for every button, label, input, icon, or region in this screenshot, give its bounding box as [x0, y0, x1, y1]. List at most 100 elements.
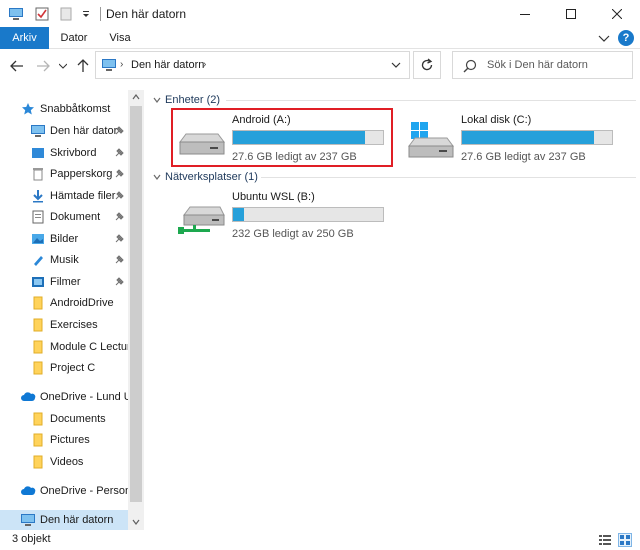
sidebar-item[interactable]: Module C Lecture: [0, 337, 128, 357]
sidebar-item[interactable]: OneDrive - Person: [0, 481, 128, 501]
tab-visa[interactable]: Visa: [100, 27, 140, 49]
sidebar-item-label: Den här dator: [50, 125, 118, 137]
scrollbar-thumb[interactable]: [130, 106, 142, 502]
tab-arkiv[interactable]: Arkiv: [0, 27, 49, 49]
folder-icon: [30, 454, 46, 470]
search-input[interactable]: Sök i Den här datorn: [452, 51, 633, 79]
refresh-button[interactable]: [413, 51, 441, 79]
drive-free-space: 27.6 GB ledigt av 237 GB: [461, 151, 586, 163]
sidebar-item[interactable]: Project C: [0, 358, 128, 378]
sidebar-item[interactable]: Den här dator: [0, 121, 128, 141]
sidebar-item[interactable]: Pictures: [0, 430, 128, 450]
computer-icon: [30, 123, 46, 139]
large-icons-view-icon[interactable]: [618, 533, 632, 547]
sidebar-item[interactable]: Den här datorn: [0, 510, 128, 530]
pin-icon: [114, 147, 125, 158]
drive-usage-bar: [232, 130, 384, 145]
search-icon: [463, 59, 477, 73]
up-arrow-icon[interactable]: [74, 57, 92, 75]
forward-arrow-icon[interactable]: [34, 57, 52, 75]
address-bar[interactable]: › Den här datorn ›: [95, 51, 410, 79]
close-button[interactable]: [594, 0, 640, 27]
group-header-label: Enheter (2): [165, 94, 221, 106]
scroll-up-icon[interactable]: [131, 92, 141, 102]
drive-name: Android (A:): [232, 114, 291, 126]
folder-icon: [30, 339, 46, 355]
group-header-network[interactable]: Nätverksplatser (1): [152, 170, 258, 184]
back-arrow-icon[interactable]: [8, 57, 26, 75]
drive-usage-fill: [233, 131, 365, 144]
sidebar-item[interactable]: Papperskorg: [0, 164, 128, 184]
sidebar-item[interactable]: Documents: [0, 409, 128, 429]
navigation-pane: Snabbåtkomst Den här dator Skrivbord Papper…: [0, 90, 128, 530]
tab-dator[interactable]: Dator: [52, 27, 96, 49]
folder-icon: [30, 411, 46, 427]
customize-toolbar-icon[interactable]: [76, 4, 96, 24]
group-header-devices[interactable]: Enheter (2): [152, 93, 220, 107]
drive-free-space: 232 GB ledigt av 250 GB: [232, 228, 354, 240]
computer-icon[interactable]: [6, 4, 26, 24]
recent-locations-icon[interactable]: [57, 57, 69, 75]
refresh-icon: [421, 58, 433, 71]
new-folder-icon[interactable]: [56, 4, 76, 24]
sidebar-item[interactable]: Bilder: [0, 229, 128, 249]
sidebar-item[interactable]: AndroidDrive: [0, 293, 128, 313]
ribbon-tabs: Arkiv Dator Visa ?: [0, 27, 640, 49]
recycle-bin-icon: [30, 166, 46, 182]
pin-icon: [114, 168, 125, 179]
drive-usage-bar: [232, 207, 384, 222]
chevron-down-icon: [153, 174, 161, 180]
sidebar-item-label: Videos: [50, 456, 84, 468]
sidebar-item-label: Exercises: [50, 319, 98, 331]
drive-usage-fill: [462, 131, 594, 144]
drive-name: Lokal disk (C:): [461, 114, 532, 126]
sidebar-item[interactable]: Videos: [0, 452, 128, 472]
drive-local-c[interactable]: Lokal disk (C:) 27.6 GB ledigt av 237 GB: [403, 114, 623, 168]
breadcrumb-separator-icon[interactable]: ›: [203, 59, 206, 70]
minimize-button[interactable]: [502, 0, 548, 27]
quick-access-toolbar: Den här datorn: [0, 0, 186, 27]
sidebar-item-label: Pictures: [50, 434, 90, 446]
breadcrumb-separator-icon[interactable]: ›: [120, 59, 123, 70]
maximize-button[interactable]: [548, 0, 594, 27]
pin-icon: [114, 254, 125, 265]
sidebar-item[interactable]: OneDrive - Lund U: [0, 387, 128, 407]
sidebar-item[interactable]: Hämtade filer: [0, 186, 128, 206]
windows-drive-icon: [403, 114, 457, 168]
pin-icon: [114, 276, 125, 287]
star-icon: [20, 101, 36, 117]
sidebar-item-label: AndroidDrive: [50, 297, 114, 309]
toolbar-separator: [100, 6, 101, 21]
sidebar-item[interactable]: Exercises: [0, 315, 128, 335]
sidebar-item[interactable]: Snabbåtkomst: [0, 99, 128, 119]
document-icon: [30, 209, 46, 225]
status-bar: 3 objekt: [0, 530, 640, 550]
sidebar-item-label: Module C Lecture: [50, 341, 128, 353]
drive-ubuntu-wsl[interactable]: Ubuntu WSL (B:) 232 GB ledigt av 250 GB: [174, 191, 394, 245]
sidebar-item[interactable]: Musik: [0, 250, 128, 270]
help-icon[interactable]: ?: [618, 30, 634, 46]
drive-android[interactable]: Android (A:) 27.6 GB ledigt av 237 GB: [174, 114, 394, 168]
drive-free-space: 27.6 GB ledigt av 237 GB: [232, 151, 357, 163]
drive-usage-bar: [461, 130, 613, 145]
folder-icon: [30, 432, 46, 448]
sidebar-item[interactable]: Skrivbord: [0, 143, 128, 163]
group-header-label: Nätverksplatser (1): [165, 171, 258, 183]
sidebar-item[interactable]: Filmer: [0, 272, 128, 292]
properties-icon[interactable]: [32, 4, 52, 24]
sidebar-item-label: Snabbåtkomst: [40, 103, 111, 115]
pin-icon: [114, 190, 125, 201]
sidebar-item-label: OneDrive - Lund U: [40, 391, 128, 403]
scroll-down-icon[interactable]: [131, 517, 141, 527]
sidebar-item-label: Hämtade filer: [50, 190, 116, 202]
pin-icon: [114, 125, 125, 136]
expand-ribbon-icon[interactable]: [596, 30, 612, 46]
details-view-icon[interactable]: [598, 533, 612, 547]
folder-icon: [30, 317, 46, 333]
chevron-down-icon: [153, 97, 161, 103]
breadcrumb-item[interactable]: Den här datorn: [131, 59, 204, 71]
address-dropdown-icon[interactable]: [389, 58, 403, 72]
sidebar-item[interactable]: Dokument: [0, 207, 128, 227]
sidebar-scrollbar[interactable]: [128, 90, 144, 530]
sidebar-item-label: Skrivbord: [50, 147, 97, 159]
